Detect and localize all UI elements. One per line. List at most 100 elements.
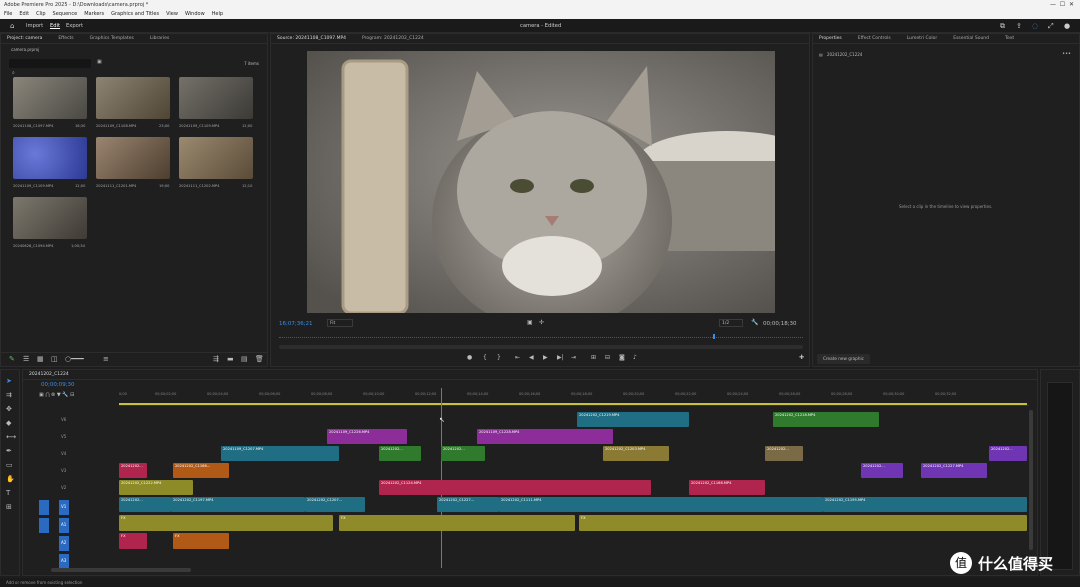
trash-icon[interactable]: 🗑 bbox=[255, 356, 264, 363]
tab-export[interactable]: Export bbox=[66, 19, 83, 33]
quality-dropdown[interactable]: 1/2 bbox=[719, 319, 743, 327]
timeline-clip[interactable]: 20241202_C1111.MP4 bbox=[499, 497, 823, 512]
track-v2[interactable]: V2 bbox=[61, 485, 66, 490]
tab-libraries[interactable]: Libraries bbox=[150, 36, 169, 41]
timeline-clip[interactable]: 20241202... bbox=[119, 463, 147, 478]
track-select-icon[interactable]: ⇉ bbox=[6, 392, 12, 399]
menu-view[interactable]: View bbox=[166, 11, 178, 17]
source-patch-v1[interactable] bbox=[39, 500, 49, 515]
tab-program[interactable]: Program: 20241202_C1224 bbox=[362, 36, 424, 41]
list-view-icon[interactable]: ☰ bbox=[23, 356, 29, 363]
camera-icon[interactable]: ◙ bbox=[619, 355, 625, 361]
timeline-clip[interactable]: 20241202... bbox=[119, 497, 171, 512]
sequence-tab[interactable]: 20241202_C1224 bbox=[29, 372, 69, 377]
menu-markers[interactable]: Markers bbox=[84, 11, 104, 17]
caption-tool-icon[interactable]: ⊞ bbox=[6, 504, 12, 511]
timeline-clip[interactable]: 20241202_C1197.MP4 bbox=[171, 497, 305, 512]
timeline-clip[interactable]: 20241202_C1124.MP4 bbox=[379, 480, 651, 495]
timeline-playhead[interactable] bbox=[441, 388, 442, 568]
track-a2[interactable]: A2 bbox=[61, 540, 66, 545]
new-bin-icon[interactable]: ▬ bbox=[227, 356, 234, 363]
tab-import[interactable]: Import bbox=[26, 19, 43, 33]
rectangle-tool-icon[interactable]: ▭ bbox=[6, 462, 13, 469]
timeline-clip[interactable]: 20241202... bbox=[861, 463, 903, 478]
source-patch-a1[interactable] bbox=[39, 518, 49, 533]
source-ruler[interactable] bbox=[279, 334, 803, 338]
user-icon[interactable]: ● bbox=[1064, 19, 1070, 33]
track-a3[interactable]: A3 bbox=[61, 558, 66, 563]
tab-graphics-templates[interactable]: Graphics Templates bbox=[90, 36, 134, 41]
step-forward-icon[interactable]: ▶| bbox=[557, 355, 564, 361]
media-thumbnail[interactable] bbox=[96, 77, 170, 119]
sort-icon[interactable]: ≡ bbox=[103, 356, 109, 363]
work-area-bar[interactable] bbox=[119, 403, 1027, 405]
source-playhead[interactable] bbox=[713, 334, 715, 339]
go-to-out-icon[interactable]: ⇥ bbox=[571, 355, 576, 361]
menu-window[interactable]: Window bbox=[185, 11, 205, 17]
timeline-clip[interactable]: 20241202_C1207... bbox=[305, 497, 365, 512]
selection-tool-icon[interactable]: ➤ bbox=[6, 378, 12, 385]
timeline-clip[interactable]: 20241202... bbox=[379, 446, 421, 461]
timeline-vertical-scrollbar[interactable] bbox=[1029, 410, 1033, 550]
menu-graphics[interactable]: Graphics and Titles bbox=[111, 11, 159, 17]
pen-tool-icon[interactable]: ✒ bbox=[6, 448, 12, 455]
timeline-ruler[interactable]: 0;00 00;00;02;00 00;00;04;00 00;00;06;00… bbox=[119, 392, 1029, 406]
settings-icon[interactable]: ▣ bbox=[527, 319, 533, 326]
insert-icon[interactable]: ✢ bbox=[539, 319, 544, 326]
playhead-timecode[interactable]: 00;00;09;30 bbox=[41, 382, 75, 388]
timeline-clip[interactable]: 20241202_C1222.MP4 bbox=[119, 480, 193, 495]
linked-icon[interactable]: ⊗ bbox=[51, 392, 55, 398]
create-graphic-button[interactable]: Create new graphic bbox=[817, 354, 870, 364]
go-to-in-icon[interactable]: ⇤ bbox=[515, 355, 520, 361]
overwrite-icon[interactable]: ⊟ bbox=[605, 355, 610, 361]
menu-edit[interactable]: Edit bbox=[19, 11, 29, 17]
tab-essential-sound[interactable]: Essential Sound bbox=[953, 36, 989, 41]
track-v1[interactable]: V1 bbox=[61, 504, 66, 509]
wrench-icon[interactable]: 🔧 bbox=[751, 319, 758, 326]
audio-clip[interactable]: FX bbox=[579, 515, 1027, 531]
marker-add-icon[interactable]: ▼ bbox=[57, 392, 61, 398]
automate-icon[interactable]: ⇶ bbox=[213, 356, 219, 363]
menu-clip[interactable]: Clip bbox=[36, 11, 45, 17]
fullscreen-icon[interactable]: ⤢ bbox=[1048, 19, 1054, 33]
source-timecode[interactable]: 16;07;36;21 bbox=[279, 321, 313, 327]
share-icon[interactable]: ⇪ bbox=[1016, 19, 1022, 33]
new-item-icon[interactable]: ▤ bbox=[241, 356, 248, 363]
timeline-clip[interactable]: 20241109_C1228.MP4 bbox=[477, 429, 613, 444]
home-icon[interactable]: ⌂ bbox=[10, 19, 14, 33]
timeline-clip[interactable]: 20241202_C1168.MP4 bbox=[689, 480, 765, 495]
freeform-icon[interactable]: ◫ bbox=[51, 356, 58, 363]
audio-icon[interactable]: ♪ bbox=[633, 355, 637, 361]
snap-icon[interactable]: ⋂ bbox=[45, 392, 49, 398]
timeline-clip[interactable]: 20241202... bbox=[441, 446, 485, 461]
hand-tool-icon[interactable]: ✋ bbox=[6, 476, 15, 483]
tab-lumetri-color[interactable]: Lumetri Color bbox=[907, 36, 937, 41]
timeline-clip[interactable]: 20241202_C1227.MP4 bbox=[921, 463, 987, 478]
search-input[interactable]: ⌕ bbox=[9, 59, 91, 76]
tab-edit[interactable]: Edit bbox=[50, 19, 60, 33]
media-thumbnail[interactable] bbox=[13, 137, 87, 179]
timeline-clip[interactable]: 20241109_C1207.MP4 bbox=[221, 446, 339, 461]
window-controls[interactable]: — ☐ ✕ bbox=[1050, 0, 1074, 10]
timeline-clip[interactable]: 20241202_C1219.MP4 bbox=[577, 412, 689, 427]
fit-dropdown[interactable]: Fit bbox=[327, 319, 353, 327]
menu-sequence[interactable]: Sequence bbox=[53, 11, 78, 17]
slip-icon[interactable]: ⟷ bbox=[6, 434, 16, 441]
workspace-icon[interactable]: ⧉ bbox=[1000, 19, 1005, 33]
more-options-icon[interactable]: ••• bbox=[1062, 51, 1071, 57]
timeline-scrollbar[interactable] bbox=[51, 568, 191, 572]
track-a1[interactable]: A1 bbox=[61, 522, 66, 527]
tab-effect-controls[interactable]: Effect Controls bbox=[858, 36, 891, 41]
zoom-slider[interactable]: ○━━━ bbox=[65, 356, 84, 363]
tab-properties[interactable]: Properties bbox=[819, 36, 842, 41]
tab-project[interactable]: Project: camera bbox=[7, 36, 42, 41]
media-thumbnail[interactable] bbox=[13, 77, 87, 119]
menu-file[interactable]: File bbox=[4, 11, 12, 17]
timeline-clip[interactable]: 20241109_C1226.MP4 bbox=[327, 429, 407, 444]
icon-view-icon[interactable]: ▦ bbox=[37, 356, 44, 363]
media-thumbnail[interactable] bbox=[96, 137, 170, 179]
nest-icon[interactable]: ▣ bbox=[39, 392, 44, 398]
media-thumbnail[interactable] bbox=[179, 77, 253, 119]
track-v6[interactable]: V6 bbox=[61, 417, 66, 422]
play-icon[interactable]: ▶ bbox=[543, 355, 548, 361]
